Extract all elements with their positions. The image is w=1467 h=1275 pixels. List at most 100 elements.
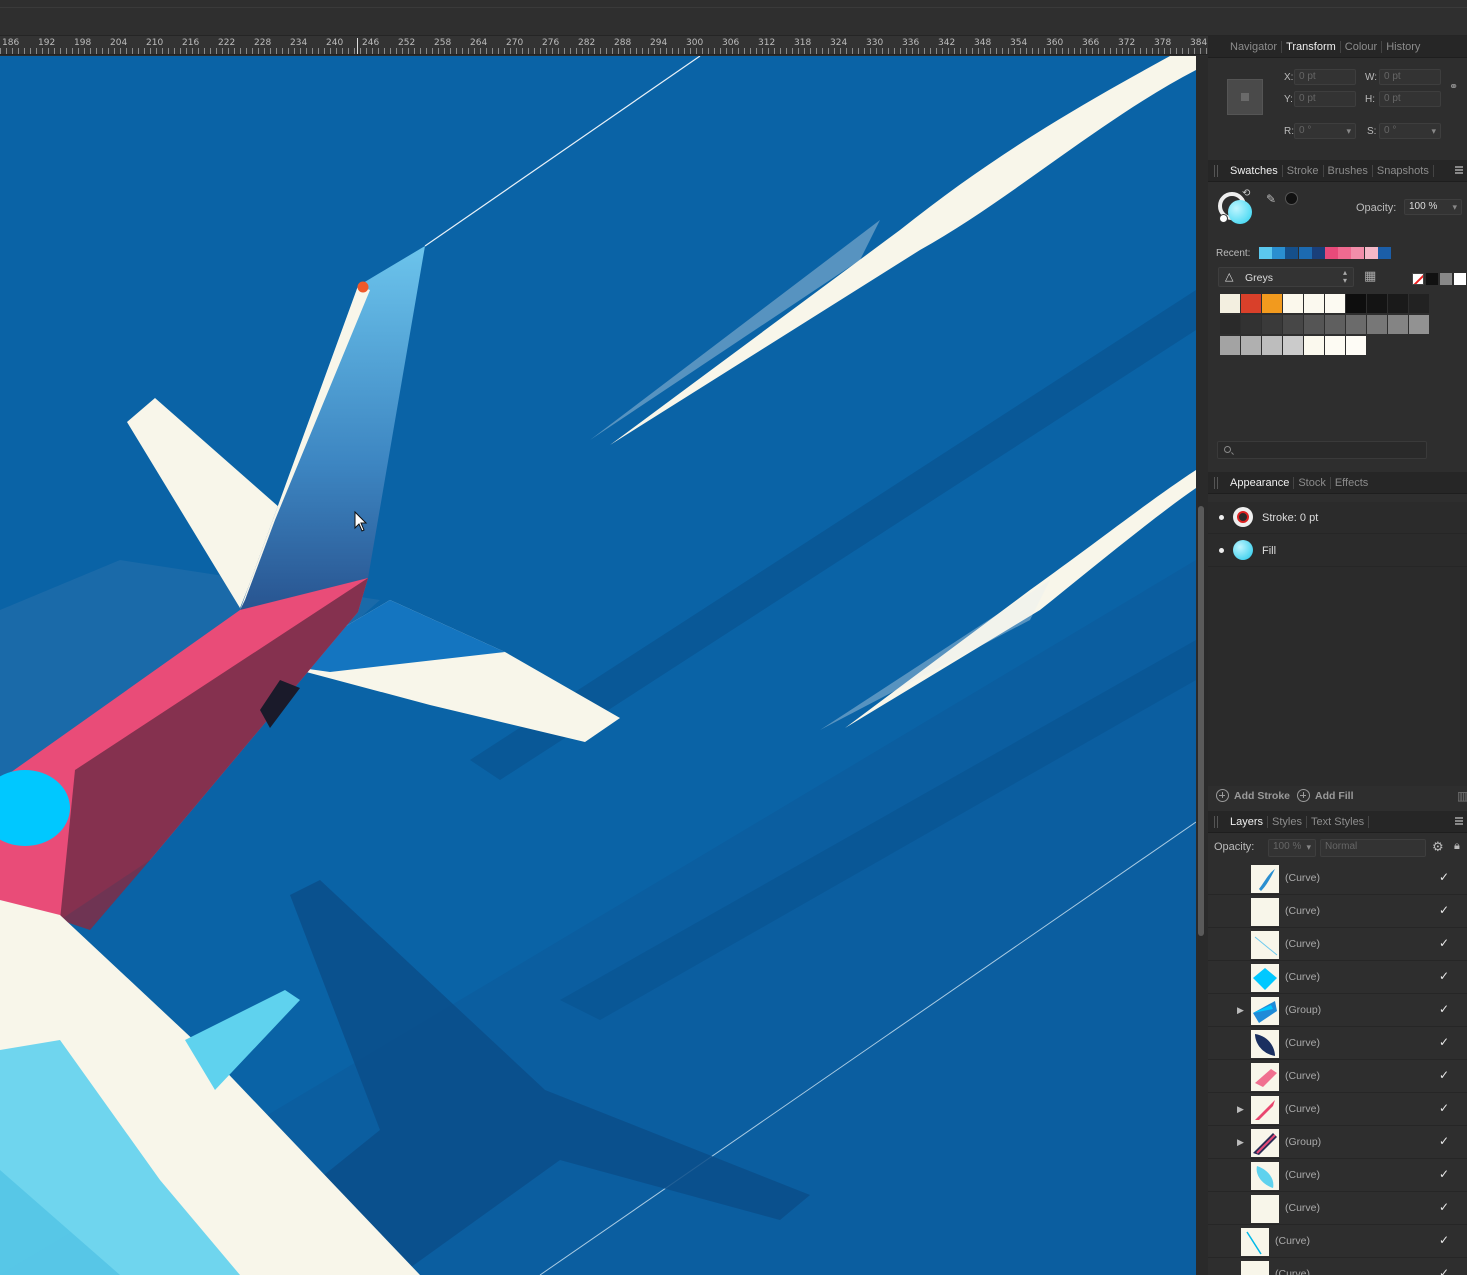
palette-swatch[interactable]	[1409, 315, 1430, 335]
palette-swatch[interactable]	[1409, 294, 1430, 314]
tab-colour[interactable]: Colour	[1341, 40, 1383, 53]
layer-row[interactable]: (Curve) ✓	[1208, 1159, 1467, 1192]
palette-swatch[interactable]	[1346, 336, 1367, 356]
palette-swatch[interactable]	[1346, 315, 1367, 335]
layer-row[interactable]: (Curve) ✓	[1208, 1258, 1467, 1275]
recent-swatch[interactable]	[1351, 247, 1365, 259]
palette-swatch[interactable]	[1262, 336, 1283, 356]
visibility-checkbox[interactable]: ✓	[1439, 1266, 1449, 1275]
palette-swatch[interactable]	[1325, 315, 1346, 335]
w-field[interactable]: 0 pt	[1379, 69, 1441, 85]
palette-swatch[interactable]	[1241, 315, 1262, 335]
swap-colors-icon[interactable]: ⟲	[1242, 188, 1250, 199]
palette-select[interactable]: △ Greys ▴ ▾	[1218, 267, 1354, 287]
quick-swatch-black[interactable]	[1426, 273, 1438, 285]
palette-swatch[interactable]	[1346, 294, 1367, 314]
document-canvas[interactable]	[0, 56, 1196, 1275]
tab-layers[interactable]: Layers	[1226, 815, 1269, 828]
tab-text-styles[interactable]: Text Styles	[1307, 815, 1370, 828]
palette-swatch[interactable]	[1283, 294, 1304, 314]
layer-row[interactable]: (Curve) ✓	[1208, 895, 1467, 928]
recent-swatch[interactable]	[1259, 247, 1272, 259]
tab-transform[interactable]: Transform	[1282, 40, 1341, 53]
layer-row[interactable]: (Curve) ✓	[1208, 1225, 1467, 1258]
h-field[interactable]: 0 pt	[1379, 91, 1441, 107]
recent-swatch[interactable]	[1325, 247, 1338, 259]
palette-swatch[interactable]	[1388, 315, 1409, 335]
visibility-checkbox[interactable]: ✓	[1439, 1101, 1449, 1115]
palette-swatch[interactable]	[1304, 294, 1325, 314]
trash-icon[interactable]: ▥	[1457, 789, 1467, 803]
lock-icon[interactable]: 🔒︎	[1454, 840, 1460, 853]
expand-arrow-icon[interactable]: ▶	[1237, 1137, 1244, 1148]
recent-swatch[interactable]	[1377, 247, 1391, 259]
layer-row[interactable]: ▶ (Curve) ✓	[1208, 1093, 1467, 1126]
anchor-node[interactable]	[357, 281, 369, 293]
palette-swatch[interactable]	[1241, 294, 1262, 314]
tab-navigator[interactable]: Navigator	[1226, 40, 1283, 53]
add-stroke-button[interactable]: Add Stroke	[1216, 789, 1290, 802]
palette-swatch[interactable]	[1283, 315, 1304, 335]
swatch-opacity-field[interactable]: 100 %	[1404, 199, 1462, 215]
recent-swatch[interactable]	[1338, 247, 1352, 259]
eyedropper-icon[interactable]: ✎	[1266, 192, 1276, 206]
canvas-vertical-scrollbar[interactable]	[1196, 56, 1208, 1275]
gear-icon[interactable]: ⚙	[1432, 839, 1444, 855]
anchor-selector[interactable]	[1227, 79, 1263, 115]
visibility-checkbox[interactable]: ✓	[1439, 1068, 1449, 1082]
recent-swatch[interactable]	[1311, 247, 1325, 259]
layers-menu-icon[interactable]	[1455, 817, 1463, 825]
appearance-stroke-row[interactable]: Stroke: 0 pt	[1208, 502, 1467, 534]
shear-field[interactable]: 0 °	[1379, 123, 1441, 139]
palette-swatch[interactable]	[1367, 294, 1388, 314]
layer-row[interactable]: (Curve) ✓	[1208, 1060, 1467, 1093]
link-icon[interactable]: ⚭	[1449, 80, 1458, 93]
recent-swatch[interactable]	[1272, 247, 1286, 259]
palette-swatch[interactable]	[1262, 315, 1283, 335]
palette-swatch[interactable]	[1220, 294, 1241, 314]
visibility-checkbox[interactable]: ✓	[1439, 870, 1449, 884]
x-field[interactable]: 0 pt	[1294, 69, 1356, 85]
y-field[interactable]: 0 pt	[1294, 91, 1356, 107]
recent-swatch[interactable]	[1298, 247, 1312, 259]
layer-opacity-field[interactable]: 100 %	[1268, 839, 1316, 857]
visibility-checkbox[interactable]: ✓	[1439, 936, 1449, 950]
expand-arrow-icon[interactable]: ▶	[1237, 1005, 1244, 1016]
none-swatch[interactable]	[1412, 273, 1424, 285]
palette-swatch[interactable]	[1304, 336, 1325, 356]
recent-swatch[interactable]	[1285, 247, 1299, 259]
visibility-checkbox[interactable]: ✓	[1439, 1233, 1449, 1247]
appearance-fill-row[interactable]: Fill	[1208, 535, 1467, 567]
layer-row[interactable]: (Curve) ✓	[1208, 928, 1467, 961]
visibility-checkbox[interactable]: ✓	[1439, 1167, 1449, 1181]
tab-snapshots[interactable]: Snapshots	[1373, 164, 1434, 177]
panel-menu-icon[interactable]	[1455, 166, 1463, 174]
palette-swatch[interactable]	[1325, 294, 1346, 314]
layer-row[interactable]: (Curve) ✓	[1208, 862, 1467, 895]
expand-arrow-icon[interactable]: ▶	[1237, 1104, 1244, 1115]
visibility-checkbox[interactable]: ✓	[1439, 1134, 1449, 1148]
swatch-search-input[interactable]	[1217, 441, 1427, 459]
palette-swatch[interactable]	[1220, 315, 1241, 335]
layer-row[interactable]: (Curve) ✓	[1208, 961, 1467, 994]
black-swatch-icon[interactable]	[1285, 192, 1298, 205]
palette-swatch[interactable]	[1304, 315, 1325, 335]
tab-brushes[interactable]: Brushes	[1324, 164, 1373, 177]
layer-row[interactable]: (Curve) ✓	[1208, 1192, 1467, 1225]
layer-row[interactable]: ▶ (Group) ✓	[1208, 994, 1467, 1027]
palette-swatch[interactable]	[1325, 336, 1346, 356]
visibility-checkbox[interactable]: ✓	[1439, 969, 1449, 983]
tab-styles[interactable]: Styles	[1268, 815, 1307, 828]
visibility-checkbox[interactable]: ✓	[1439, 903, 1449, 917]
visibility-checkbox[interactable]: ✓	[1439, 1035, 1449, 1049]
artwork[interactable]	[0, 56, 1196, 1275]
tab-stock[interactable]: Stock	[1294, 476, 1331, 489]
add-fill-button[interactable]: Add Fill	[1297, 789, 1354, 802]
tab-stroke[interactable]: Stroke	[1283, 164, 1324, 177]
palette-swatch[interactable]	[1388, 294, 1409, 314]
tab-effects[interactable]: Effects	[1331, 477, 1372, 489]
quick-swatch-grey[interactable]	[1440, 273, 1452, 285]
palette-swatch[interactable]	[1283, 336, 1304, 356]
tab-swatches[interactable]: Swatches	[1226, 164, 1283, 177]
palette-swatch[interactable]	[1241, 336, 1262, 356]
